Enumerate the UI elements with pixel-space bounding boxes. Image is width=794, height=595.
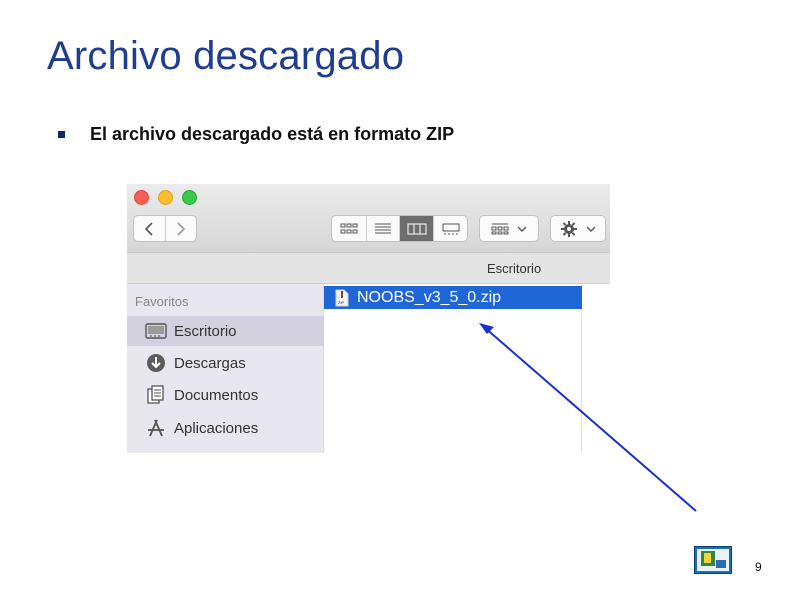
gallery-icon [442,223,459,234]
nav-buttons [133,215,197,242]
list-view-button[interactable] [367,216,400,241]
finder-window: Escritorio Favoritos Escritorio Descarga… [127,184,610,453]
download-icon [145,352,167,374]
sidebar-item-label: Descargas [174,354,246,372]
institution-logo [694,546,732,574]
back-button[interactable] [134,216,166,241]
desktop-icon [145,320,167,342]
list-icon [375,223,391,233]
column-view-button[interactable] [400,216,434,241]
sidebar-item-label: Aplicaciones [174,419,259,437]
icon-grid-icon [340,223,358,233]
view-mode-buttons [331,215,468,242]
chevron-down-icon [517,226,527,232]
finder-toolbar [127,184,610,253]
icon-view-button[interactable] [332,216,367,241]
bullet-text: El archivo descargado está en formato ZI… [90,124,455,144]
bullet-item: El archivo descargado está en formato ZI… [58,124,454,145]
group-by-dropdown[interactable] [479,215,539,242]
zoom-window-button[interactable] [182,190,197,205]
sidebar-heading: Favoritos [135,294,189,309]
applications-icon [145,417,167,439]
sidebar-item-label: Escritorio [174,322,237,340]
gallery-view-button[interactable] [434,216,467,241]
file-list: ZIP NOOBS_v3_5_0.zip [324,284,582,453]
minimize-window-button[interactable] [158,190,173,205]
sidebar-item-documentos[interactable]: Documentos [127,380,324,410]
bullet-icon [58,131,65,138]
documents-icon [145,384,167,406]
sidebar-item-escritorio[interactable]: Escritorio [127,316,324,346]
zip-file-icon: ZIP [335,289,349,306]
chevron-right-icon [177,221,185,236]
finder-sidebar: Favoritos Escritorio Descargas Documento… [127,284,324,453]
slide-number: 9 [755,560,762,574]
action-menu-dropdown[interactable] [550,215,606,242]
group-grid-icon [491,223,509,234]
sidebar-item-label: Documentos [174,386,259,404]
sidebar-item-descargas[interactable]: Descargas [127,348,324,378]
forward-button[interactable] [166,216,197,241]
file-row[interactable]: ZIP NOOBS_v3_5_0.zip [324,286,582,309]
file-name: NOOBS_v3_5_0.zip [357,288,502,306]
chevron-down-icon [586,226,596,232]
action-button[interactable] [551,216,605,241]
close-window-button[interactable] [134,190,149,205]
gear-icon [561,220,577,237]
columns-icon [407,223,426,234]
slide-title: Archivo descargado [47,34,405,78]
chevron-left-icon [145,221,153,236]
group-by-button[interactable] [480,216,538,241]
current-folder-label: Escritorio [487,261,542,276]
svg-text:ZIP: ZIP [338,300,345,305]
sidebar-item-aplicaciones[interactable]: Aplicaciones [127,413,324,443]
